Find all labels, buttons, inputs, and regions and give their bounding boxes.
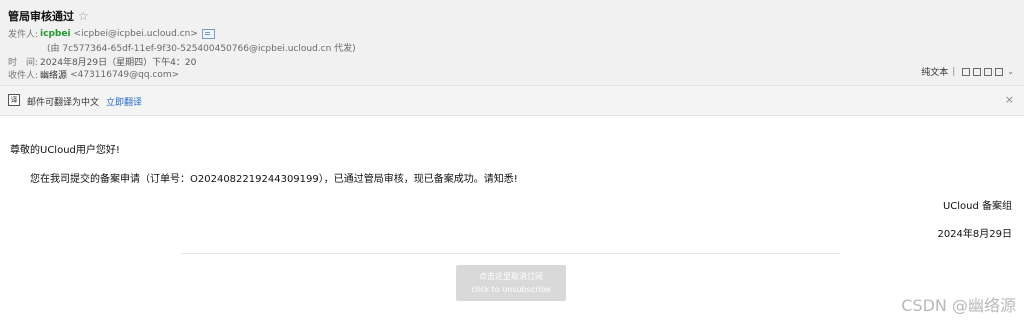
time-value: 2024年8月29日（星期四）下午4：20	[40, 58, 197, 68]
time-label: 时 间:	[8, 58, 39, 68]
translate-now-link[interactable]: 立即翻译	[106, 95, 142, 108]
close-icon[interactable]: ×	[1005, 93, 1014, 106]
translate-icon: 译	[8, 94, 20, 106]
new-window-icon[interactable]	[962, 67, 971, 76]
unsubscribe-label-en: click to unsubscribe	[471, 285, 551, 294]
save-icon[interactable]	[984, 67, 993, 76]
recipient-row: 收件人: 幽络源 <473116749@qq.com>	[8, 68, 179, 82]
sender-label: 发件人:	[8, 30, 39, 40]
translate-hint: 邮件可翻译为中文	[27, 98, 100, 108]
sender-address[interactable]: <icpbei@icpbei.ucloud.cn>	[74, 29, 198, 39]
plain-text-button[interactable]: 纯文本	[921, 65, 948, 78]
recipient-name[interactable]: 幽络源	[40, 68, 67, 81]
print-icon[interactable]	[995, 67, 1004, 76]
email-subject: 管局审核通过	[8, 10, 74, 23]
unsubscribe-button[interactable]: 点击这里取消订阅 click to unsubscribe	[456, 265, 566, 301]
translate-bar: 译 邮件可翻译为中文 立即翻译 ×	[0, 86, 1024, 116]
sender-row: 发件人: icpbei <icpbei@icpbei.ucloud.cn>	[8, 27, 215, 40]
proxy-row: (由 7c577364-65df-11ef-9f30-525400450766@…	[44, 41, 356, 54]
toolbar-separator: |	[952, 66, 956, 77]
body-paragraph: 您在我司提交的备案申请（订单号：O2024082219244309199），已通…	[30, 174, 518, 185]
contact-card-icon[interactable]	[201, 28, 215, 39]
fullscreen-icon[interactable]	[973, 67, 982, 76]
more-chevron-icon[interactable]: ⌄	[1007, 67, 1014, 76]
sender-name[interactable]: icpbei	[40, 29, 71, 39]
signature: UCloud 备案组	[942, 201, 1012, 212]
recipient-label: 收件人:	[8, 71, 39, 81]
mail-toolbar: 纯文本 | ⌄	[921, 65, 1014, 79]
subject-row: 管局审核通过 ☆	[8, 8, 89, 24]
recipient-address[interactable]: <473116749@qq.com>	[70, 70, 179, 80]
greeting: 尊敬的UCloud用户您好!	[10, 145, 120, 156]
time-row: 时 间: 2024年8月29日（星期四）下午4：20	[8, 55, 196, 68]
unsubscribe-label-cn: 点击这里取消订阅	[479, 272, 543, 281]
proxy-sender: (由 7c577364-65df-11ef-9f30-525400450766@…	[47, 44, 356, 54]
star-icon[interactable]: ☆	[78, 10, 89, 22]
sign-date: 2024年8月29日	[937, 229, 1012, 240]
watermark: CSDN @幽络源	[901, 296, 1016, 315]
email-header: 管局审核通过 ☆ 发件人: icpbei <icpbei@icpbei.uclo…	[0, 0, 1024, 86]
divider	[181, 253, 840, 254]
